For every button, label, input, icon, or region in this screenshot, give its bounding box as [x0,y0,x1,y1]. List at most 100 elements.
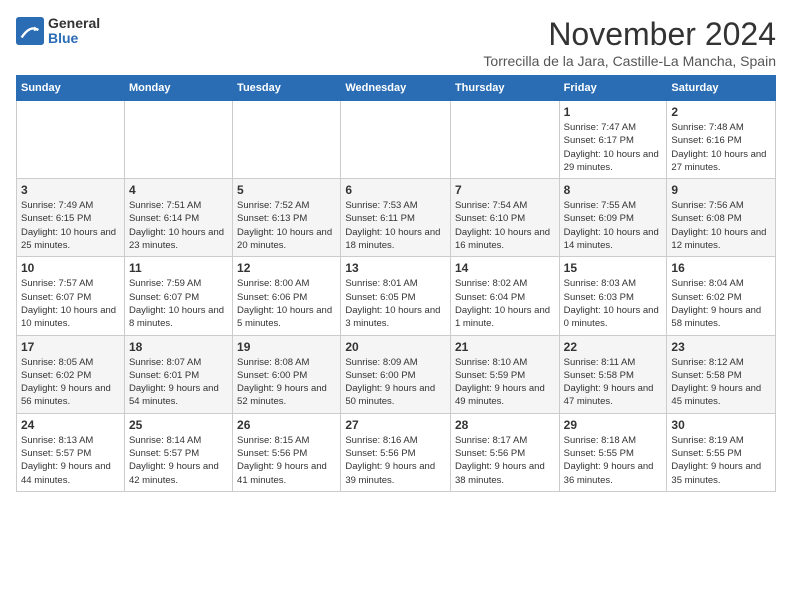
header-cell-saturday: Saturday [667,76,776,101]
day-number: 9 [671,183,771,197]
day-info: Sunrise: 8:02 AMSunset: 6:04 PMDaylight:… [455,277,555,330]
day-cell: 27 Sunrise: 8:16 AMSunset: 5:56 PMDayligh… [341,413,451,491]
day-cell: 20 Sunrise: 8:09 AMSunset: 6:00 PMDayligh… [341,335,451,413]
day-info: Sunrise: 8:12 AMSunset: 5:58 PMDaylight:… [671,356,771,409]
day-info: Sunrise: 8:01 AMSunset: 6:05 PMDaylight:… [345,277,446,330]
day-number: 2 [671,105,771,119]
day-info: Sunrise: 8:07 AMSunset: 6:01 PMDaylight:… [129,356,228,409]
logo: General Blue [16,16,100,47]
header-cell-wednesday: Wednesday [341,76,451,101]
day-number: 23 [671,340,771,354]
day-cell: 17Sunrise: 8:05 AMSunset: 6:02 PMDayligh… [17,335,125,413]
day-number: 14 [455,261,555,275]
day-cell: 29 Sunrise: 8:18 AMSunset: 5:55 PMDayligh… [559,413,667,491]
day-cell: 18 Sunrise: 8:07 AMSunset: 6:01 PMDayligh… [124,335,232,413]
day-number: 20 [345,340,446,354]
day-info: Sunrise: 8:15 AMSunset: 5:56 PMDaylight:… [237,434,336,487]
day-number: 3 [21,183,120,197]
logo-general-text: General [48,16,100,31]
week-row-0: 1Sunrise: 7:47 AMSunset: 6:17 PMDaylight… [17,101,776,179]
day-info: Sunrise: 8:14 AMSunset: 5:57 PMDaylight:… [129,434,228,487]
day-cell: 25 Sunrise: 8:14 AMSunset: 5:57 PMDayligh… [124,413,232,491]
logo-icon [16,17,44,45]
day-cell: 28Sunrise: 8:17 AMSunset: 5:56 PMDayligh… [450,413,559,491]
day-number: 25 [129,418,228,432]
day-info: Sunrise: 8:11 AMSunset: 5:58 PMDaylight:… [564,356,663,409]
day-cell [17,101,125,179]
day-number: 8 [564,183,663,197]
day-number: 11 [129,261,228,275]
day-number: 6 [345,183,446,197]
day-cell [450,101,559,179]
day-number: 27 [345,418,446,432]
day-info: Sunrise: 7:49 AMSunset: 6:15 PMDaylight:… [21,199,120,252]
day-cell: 24Sunrise: 8:13 AMSunset: 5:57 PMDayligh… [17,413,125,491]
day-cell: 12 Sunrise: 8:00 AMSunset: 6:06 PMDayligh… [233,257,341,335]
day-info: Sunrise: 8:00 AMSunset: 6:06 PMDaylight:… [237,277,336,330]
week-row-3: 17Sunrise: 8:05 AMSunset: 6:02 PMDayligh… [17,335,776,413]
day-number: 4 [129,183,228,197]
calendar-table: SundayMondayTuesdayWednesdayThursdayFrid… [16,75,776,492]
day-info: Sunrise: 7:48 AMSunset: 6:16 PMDaylight:… [671,121,771,174]
day-info: Sunrise: 8:19 AMSunset: 5:55 PMDaylight:… [671,434,771,487]
day-cell: 2 Sunrise: 7:48 AMSunset: 6:16 PMDaylight… [667,101,776,179]
day-number: 16 [671,261,771,275]
week-row-1: 3 Sunrise: 7:49 AMSunset: 6:15 PMDaylight… [17,179,776,257]
logo-blue-text: Blue [48,31,100,46]
day-info: Sunrise: 8:16 AMSunset: 5:56 PMDaylight:… [345,434,446,487]
subtitle: Torrecilla de la Jara, Castille-La Manch… [483,53,776,69]
day-cell: 16Sunrise: 8:04 AMSunset: 6:02 PMDayligh… [667,257,776,335]
day-cell: 5 Sunrise: 7:52 AMSunset: 6:13 PMDaylight… [233,179,341,257]
day-number: 21 [455,340,555,354]
header-cell-sunday: Sunday [17,76,125,101]
day-number: 13 [345,261,446,275]
day-cell: 30Sunrise: 8:19 AMSunset: 5:55 PMDayligh… [667,413,776,491]
day-cell: 13 Sunrise: 8:01 AMSunset: 6:05 PMDayligh… [341,257,451,335]
day-cell: 21 Sunrise: 8:10 AMSunset: 5:59 PMDayligh… [450,335,559,413]
day-cell: 6Sunrise: 7:53 AMSunset: 6:11 PMDaylight… [341,179,451,257]
day-number: 22 [564,340,663,354]
header-cell-monday: Monday [124,76,232,101]
day-cell: 9Sunrise: 7:56 AMSunset: 6:08 PMDaylight… [667,179,776,257]
day-info: Sunrise: 7:52 AMSunset: 6:13 PMDaylight:… [237,199,336,252]
day-cell [233,101,341,179]
day-info: Sunrise: 7:59 AMSunset: 6:07 PMDaylight:… [129,277,228,330]
day-number: 1 [564,105,663,119]
day-info: Sunrise: 8:05 AMSunset: 6:02 PMDaylight:… [21,356,120,409]
day-number: 24 [21,418,120,432]
day-cell: 7 Sunrise: 7:54 AMSunset: 6:10 PMDaylight… [450,179,559,257]
day-number: 18 [129,340,228,354]
day-number: 19 [237,340,336,354]
header-cell-friday: Friday [559,76,667,101]
day-info: Sunrise: 8:08 AMSunset: 6:00 PMDaylight:… [237,356,336,409]
day-cell: 1Sunrise: 7:47 AMSunset: 6:17 PMDaylight… [559,101,667,179]
day-number: 29 [564,418,663,432]
title-area: November 2024 Torrecilla de la Jara, Cas… [483,16,776,69]
day-cell: 22 Sunrise: 8:11 AMSunset: 5:58 PMDayligh… [559,335,667,413]
day-cell: 26 Sunrise: 8:15 AMSunset: 5:56 PMDayligh… [233,413,341,491]
day-info: Sunrise: 8:18 AMSunset: 5:55 PMDaylight:… [564,434,663,487]
day-number: 7 [455,183,555,197]
day-info: Sunrise: 7:54 AMSunset: 6:10 PMDaylight:… [455,199,555,252]
day-number: 10 [21,261,120,275]
day-info: Sunrise: 8:03 AMSunset: 6:03 PMDaylight:… [564,277,663,330]
day-number: 26 [237,418,336,432]
day-info: Sunrise: 8:09 AMSunset: 6:00 PMDaylight:… [345,356,446,409]
day-info: Sunrise: 7:57 AMSunset: 6:07 PMDaylight:… [21,277,120,330]
day-info: Sunrise: 7:51 AMSunset: 6:14 PMDaylight:… [129,199,228,252]
header-cell-thursday: Thursday [450,76,559,101]
week-row-4: 24Sunrise: 8:13 AMSunset: 5:57 PMDayligh… [17,413,776,491]
day-number: 5 [237,183,336,197]
header-cell-tuesday: Tuesday [233,76,341,101]
day-cell [124,101,232,179]
day-info: Sunrise: 8:10 AMSunset: 5:59 PMDaylight:… [455,356,555,409]
header-row: SundayMondayTuesdayWednesdayThursdayFrid… [17,76,776,101]
day-cell: 14 Sunrise: 8:02 AMSunset: 6:04 PMDayligh… [450,257,559,335]
day-info: Sunrise: 8:17 AMSunset: 5:56 PMDaylight:… [455,434,555,487]
day-cell: 19 Sunrise: 8:08 AMSunset: 6:00 PMDayligh… [233,335,341,413]
month-title: November 2024 [483,16,776,53]
day-cell: 10 Sunrise: 7:57 AMSunset: 6:07 PMDayligh… [17,257,125,335]
day-number: 12 [237,261,336,275]
day-cell [341,101,451,179]
day-cell: 23 Sunrise: 8:12 AMSunset: 5:58 PMDayligh… [667,335,776,413]
